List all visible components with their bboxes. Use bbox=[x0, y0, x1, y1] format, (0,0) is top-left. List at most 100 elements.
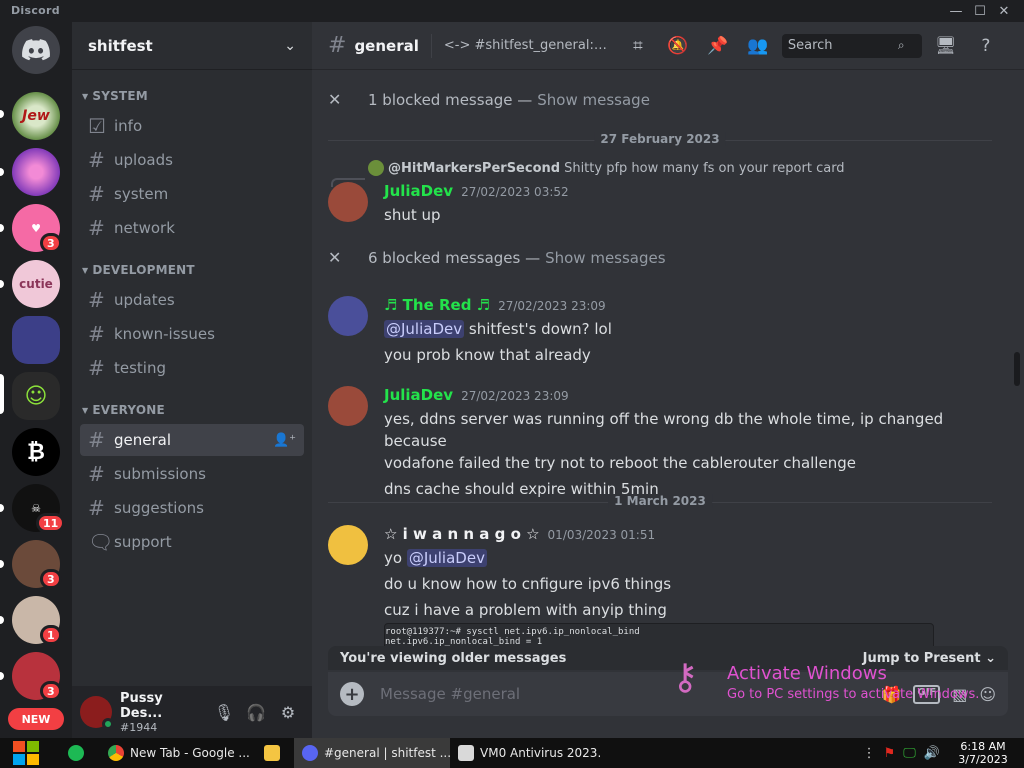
channel-network[interactable]: # network bbox=[80, 212, 304, 244]
channel-support[interactable]: 🗨 support bbox=[80, 526, 304, 558]
message-timestamp: 27/02/2023 03:52 bbox=[461, 185, 569, 199]
server-icon-purple[interactable] bbox=[12, 316, 60, 364]
antivirus-taskbar-button[interactable]: VM0 Antivirus 2023... bbox=[450, 738, 600, 768]
pin-icon[interactable]: 📌 bbox=[702, 30, 734, 62]
server-icon-cutie-club[interactable]: cutie bbox=[12, 260, 60, 308]
app-brand: Discord bbox=[11, 4, 60, 17]
show-message-link[interactable]: Show message bbox=[537, 91, 650, 109]
channel-updates[interactable]: # updates bbox=[80, 284, 304, 316]
member-list-icon[interactable]: 👥 bbox=[742, 30, 774, 62]
forum-icon: 🗨 bbox=[88, 530, 114, 554]
minimize-button[interactable]: — bbox=[944, 2, 968, 20]
server-icon-dew[interactable]: Jew bbox=[12, 92, 60, 140]
channel-testing[interactable]: # testing bbox=[80, 352, 304, 384]
help-icon[interactable]: ? bbox=[970, 30, 1002, 62]
unread-pill bbox=[0, 504, 4, 512]
user-mention[interactable]: @JuliaDev bbox=[384, 320, 465, 338]
channel-suggestions[interactable]: # suggestions bbox=[80, 492, 304, 524]
notification-muted-icon[interactable]: 🔕 bbox=[662, 30, 694, 62]
channel-uploads[interactable]: # uploads bbox=[80, 144, 304, 176]
category-everyone[interactable]: ▼ EVERYONE bbox=[80, 398, 304, 422]
search-box[interactable]: ⌕ bbox=[781, 33, 922, 58]
home-button[interactable] bbox=[12, 26, 60, 74]
unread-pill bbox=[0, 560, 4, 568]
volume-icon[interactable]: 🔊 bbox=[924, 746, 940, 761]
chrome-taskbar-button[interactable]: New Tab - Google ... bbox=[100, 738, 250, 768]
new-badge[interactable]: NEW bbox=[8, 708, 64, 730]
message-author[interactable]: JuliaDev bbox=[384, 386, 453, 404]
close-button[interactable]: ✕ bbox=[992, 2, 1016, 20]
mention-badge: 3 bbox=[40, 569, 62, 589]
mention-badge: 11 bbox=[36, 513, 66, 533]
hash-icon: # bbox=[88, 462, 105, 486]
category-label: EVERYONE bbox=[92, 403, 165, 417]
category-system[interactable]: ▼ SYSTEM bbox=[80, 84, 304, 108]
search-icon: ⌕ bbox=[897, 38, 905, 52]
message-text: @JuliaDev shitfest's down? lol bbox=[384, 318, 998, 340]
clock[interactable]: 6:18 AM 3/7/2023 bbox=[948, 740, 1018, 766]
message: ♬ The Red ♬ 27/02/2023 23:09 @JuliaDev sh… bbox=[328, 296, 998, 366]
user-mention[interactable]: @JuliaDev bbox=[406, 549, 487, 567]
close-icon[interactable]: ✕ bbox=[328, 248, 368, 267]
message-author[interactable]: ♬ The Red ♬ bbox=[384, 296, 490, 314]
server-header[interactable]: shitfest ⌄ bbox=[72, 22, 312, 70]
channel-known-issues[interactable]: # known-issues bbox=[80, 318, 304, 350]
channel-label: network bbox=[114, 219, 175, 237]
add-member-icon[interactable]: 👤⁺ bbox=[273, 433, 296, 448]
folder-icon bbox=[264, 745, 280, 761]
show-message-link[interactable]: Show messages bbox=[545, 249, 665, 267]
avatar[interactable] bbox=[328, 182, 368, 222]
category-label: SYSTEM bbox=[92, 89, 148, 103]
network-icon[interactable]: 🖵 bbox=[903, 746, 916, 761]
plus-icon[interactable]: + bbox=[340, 682, 364, 706]
flag-icon[interactable]: ⚑ bbox=[884, 746, 896, 761]
unread-pill bbox=[0, 280, 4, 288]
discord-taskbar-button[interactable]: #general | shitfest ... bbox=[294, 738, 450, 768]
scrollbar-thumb[interactable] bbox=[1014, 352, 1020, 386]
explorer-taskbar-button[interactable] bbox=[250, 738, 294, 768]
channel-general[interactable]: # general 👤⁺ bbox=[80, 424, 304, 456]
code-line: root@119377:~# sysctl net.ipv6.ip_nonloc… bbox=[385, 627, 640, 637]
message-text: yo @JuliaDev bbox=[384, 547, 998, 569]
message-timestamp: 27/02/2023 23:09 bbox=[461, 389, 569, 403]
close-icon[interactable]: ✕ bbox=[328, 90, 368, 109]
headphones-icon[interactable]: 🎧 bbox=[240, 696, 272, 728]
older-messages-text: You're viewing older messages bbox=[340, 650, 567, 666]
threads-icon[interactable]: ⌗ bbox=[622, 30, 654, 62]
channel-submissions[interactable]: # submissions bbox=[80, 458, 304, 490]
channel-topic[interactable]: <-> #shitfest_general:cat.... bbox=[444, 38, 614, 53]
user-info[interactable]: Pussy Des... #1944 bbox=[120, 691, 208, 734]
search-input[interactable] bbox=[787, 38, 898, 53]
microphone-icon[interactable]: 🎙 bbox=[208, 696, 240, 728]
gear-icon[interactable]: ⚙ bbox=[272, 696, 304, 728]
channel-label: uploads bbox=[114, 151, 173, 169]
maximize-button[interactable]: ☐ bbox=[968, 2, 992, 20]
category-development[interactable]: ▼ DEVELOPMENT bbox=[80, 258, 304, 282]
message-text: vodafone failed the try not to reboot th… bbox=[384, 454, 856, 472]
avatar[interactable] bbox=[80, 696, 114, 730]
overflow-icon[interactable]: ⋮ bbox=[863, 746, 876, 761]
server-icon-kitten[interactable] bbox=[12, 148, 60, 196]
discord-icon bbox=[302, 745, 318, 761]
message-author[interactable]: JuliaDev bbox=[384, 182, 453, 200]
date-label: 27 February 2023 bbox=[594, 132, 726, 146]
avatar[interactable] bbox=[328, 525, 368, 565]
channel-info[interactable]: ☑ info bbox=[80, 110, 304, 142]
channel-label: system bbox=[114, 185, 169, 203]
channel-system[interactable]: # system bbox=[80, 178, 304, 210]
avatar[interactable] bbox=[328, 296, 368, 336]
spotify-taskbar-button[interactable] bbox=[52, 738, 100, 768]
channel-title: general bbox=[354, 36, 419, 55]
server-icon-trollface[interactable]: ☺ bbox=[12, 372, 60, 420]
inbox-icon[interactable]: 🖥 bbox=[930, 30, 962, 62]
clock-date: 3/7/2023 bbox=[958, 753, 1008, 766]
reply-preview[interactable]: @HitMarkersPerSecond Shitty pfp how many… bbox=[368, 160, 845, 176]
channel-header: # general <-> #shitfest_general:cat.... … bbox=[312, 22, 1024, 70]
avatar[interactable] bbox=[328, 386, 368, 426]
message-author[interactable]: ☆ i w a n n a g o ☆ bbox=[384, 525, 540, 543]
shield-icon bbox=[458, 745, 474, 761]
server-icon-bitcoin[interactable]: ₿ bbox=[12, 428, 60, 476]
taskbar-label: New Tab - Google ... bbox=[130, 746, 250, 760]
online-status-icon bbox=[102, 718, 114, 730]
start-button[interactable] bbox=[0, 738, 52, 768]
